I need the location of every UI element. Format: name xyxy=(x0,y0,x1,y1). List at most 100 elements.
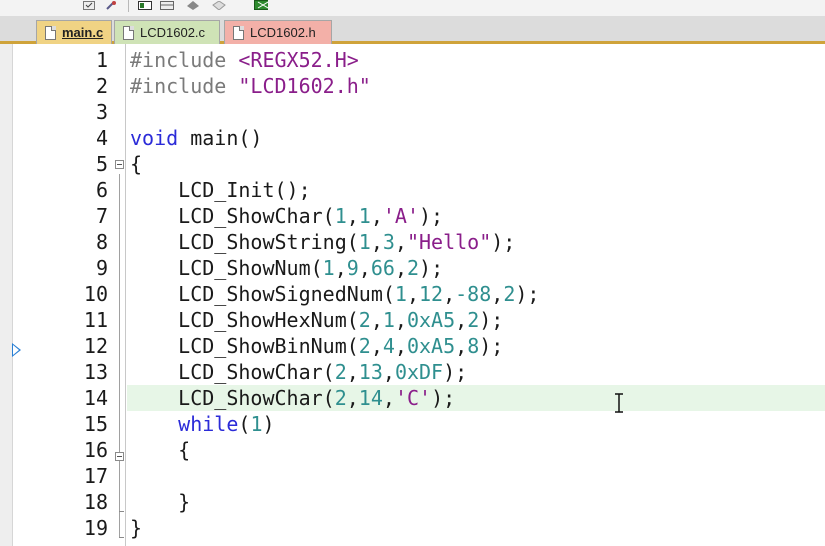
tab-lcd1602-h[interactable]: LCD1602.h xyxy=(224,20,332,44)
code-token: #include xyxy=(130,74,239,98)
code-token: LCD_Init(); xyxy=(130,178,311,202)
code-token: LCD_ShowChar( xyxy=(130,360,335,384)
code-line[interactable]: 8 LCD_ShowString(1,3,"Hello"); xyxy=(0,229,825,255)
code-token: LCD_ShowBinNum( xyxy=(130,334,359,358)
code-token: 2 xyxy=(358,308,371,332)
line-number: 1 xyxy=(95,48,108,72)
tab-label: main.c xyxy=(62,25,104,40)
line-number: 6 xyxy=(95,178,108,202)
code-line[interactable]: 3 xyxy=(0,99,825,125)
layout-icon[interactable] xyxy=(160,0,174,10)
line-number: 19 xyxy=(83,516,108,540)
code-token: 0xDF xyxy=(394,360,444,384)
fold-guide xyxy=(119,174,120,537)
code-token: { xyxy=(130,438,191,462)
code-text: LCD_ShowChar(2,14,'C'); xyxy=(130,385,455,411)
code-line[interactable]: 12 LCD_ShowBinNum(2,4,0xA5,8); xyxy=(0,333,825,359)
text-cursor-icon xyxy=(615,393,623,413)
code-text: { xyxy=(130,151,142,177)
code-token: ); xyxy=(431,386,456,410)
code-line[interactable]: 2 #include "LCD1602.h" xyxy=(0,73,825,99)
wrench-icon[interactable] xyxy=(104,0,118,10)
code-token: , xyxy=(370,308,383,332)
line-number: 9 xyxy=(95,256,108,280)
code-token: 'A' xyxy=(382,204,420,228)
diamond-icon[interactable] xyxy=(186,0,200,10)
code-token: 1 xyxy=(250,412,263,436)
code-token: 66 xyxy=(370,256,395,280)
line-number: 3 xyxy=(95,100,108,124)
line-number: 15 xyxy=(83,412,108,436)
code-editor[interactable]: 1 #include <REGX52.H> 2 #include "LCD1602.h… xyxy=(0,44,825,546)
code-token: ); xyxy=(479,334,504,358)
code-line[interactable]: 10 LCD_ShowSignedNum(1,12,-88,2); xyxy=(0,281,825,307)
line-number: 2 xyxy=(95,74,108,98)
code-text: LCD_ShowSignedNum(1,12,-88,2); xyxy=(130,281,539,307)
code-text: LCD_ShowBinNum(2,4,0xA5,8); xyxy=(130,333,503,359)
line-number: 13 xyxy=(83,360,108,384)
fold-toggle-icon[interactable] xyxy=(115,160,124,169)
code-token: ); xyxy=(419,256,444,280)
checkbox-icon[interactable] xyxy=(82,0,96,10)
code-token: while xyxy=(178,412,239,436)
window-icon[interactable] xyxy=(138,0,152,10)
code-text: #include "LCD1602.h" xyxy=(130,73,371,99)
line-number: 10 xyxy=(83,282,108,306)
fold-end-marker xyxy=(119,537,124,538)
code-token: , xyxy=(443,282,456,306)
code-token: ); xyxy=(479,308,504,332)
code-token: "LCD1602.h" xyxy=(238,74,371,98)
code-token: 1 xyxy=(358,230,371,254)
settings-icon[interactable] xyxy=(254,0,268,10)
code-line[interactable]: 4 void main() xyxy=(0,125,825,151)
code-token: , xyxy=(394,334,407,358)
code-text: #include <REGX52.H> xyxy=(130,47,359,73)
code-line[interactable]: 15 while(1) xyxy=(0,411,825,437)
line-number: 11 xyxy=(83,308,108,332)
line-number: 12 xyxy=(83,334,108,358)
code-token: ); xyxy=(443,360,468,384)
gem-icon[interactable] xyxy=(212,0,226,10)
code-token: ) xyxy=(262,412,275,436)
file-icon xyxy=(123,25,134,40)
tab-main-c[interactable]: main.c xyxy=(36,20,112,44)
code-token: , xyxy=(406,282,419,306)
tab-label: LCD1602.c xyxy=(140,25,206,40)
tab-lcd1602-c[interactable]: LCD1602.c xyxy=(114,20,220,44)
code-line[interactable]: 6 LCD_Init(); xyxy=(0,177,825,203)
line-number: 5 xyxy=(95,152,108,176)
code-text: LCD_ShowNum(1,9,66,2); xyxy=(130,255,443,281)
code-token: , xyxy=(346,386,359,410)
code-token: { xyxy=(130,152,143,176)
tab-label: LCD1602.h xyxy=(250,25,316,40)
code-token: 2 xyxy=(467,308,480,332)
code-token: 'C' xyxy=(394,386,432,410)
line-number: 4 xyxy=(95,126,108,150)
code-token: LCD_ShowHexNum( xyxy=(130,308,359,332)
code-line[interactable]: 11 LCD_ShowHexNum(2,1,0xA5,2); xyxy=(0,307,825,333)
code-line[interactable]: 13 LCD_ShowChar(2,13,0xDF); xyxy=(0,359,825,385)
code-line[interactable]: 1 #include <REGX52.H> xyxy=(0,47,825,73)
code-token: , xyxy=(334,256,347,280)
code-line[interactable]: 7 LCD_ShowChar(1,1,'A'); xyxy=(0,203,825,229)
line-number: 7 xyxy=(95,204,108,228)
code-token: , xyxy=(455,308,468,332)
code-text: void main() xyxy=(130,125,262,151)
line-number: 16 xyxy=(83,438,108,462)
code-line[interactable]: 17 xyxy=(0,463,825,489)
file-icon xyxy=(45,25,56,40)
code-line[interactable]: 9 LCD_ShowNum(1,9,66,2); xyxy=(0,255,825,281)
code-text: LCD_ShowHexNum(2,1,0xA5,2); xyxy=(130,307,503,333)
code-token: 1 xyxy=(334,204,347,228)
code-token: 2 xyxy=(406,256,420,280)
code-token: #include xyxy=(130,48,239,72)
code-line[interactable]: 14 LCD_ShowChar(2,14,'C'); xyxy=(0,385,825,411)
file-icon xyxy=(233,25,244,40)
code-token: , xyxy=(491,282,504,306)
code-token: , xyxy=(455,334,468,358)
code-token: 1 xyxy=(358,204,371,228)
code-token: , xyxy=(382,360,395,384)
code-token: 3 xyxy=(382,230,395,254)
fold-toggle-icon[interactable] xyxy=(115,452,124,461)
